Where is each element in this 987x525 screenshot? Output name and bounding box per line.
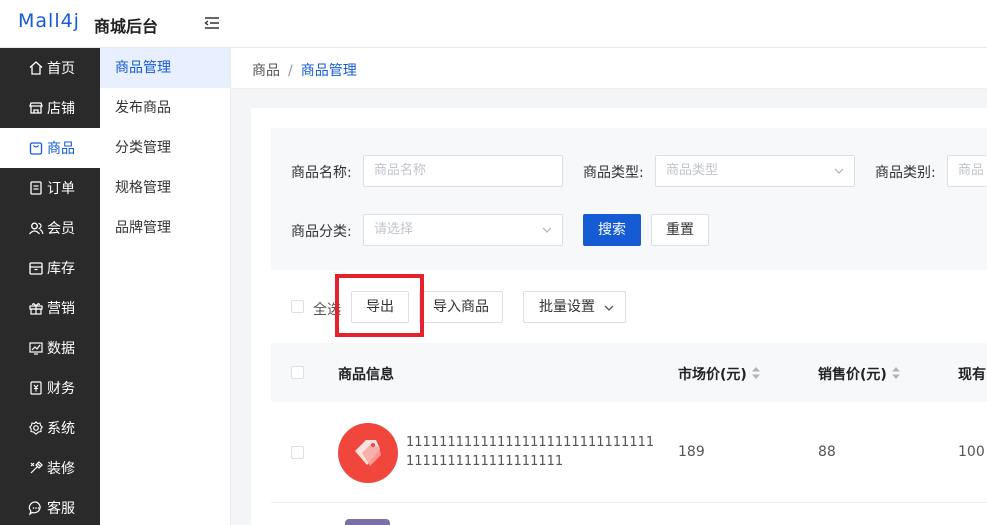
sort-icon[interactable]: [751, 366, 761, 380]
sidebar-item-service[interactable]: 客服: [0, 488, 100, 525]
sidebar-item-goods[interactable]: 商品: [0, 128, 100, 168]
goods-type-select[interactable]: 商品类型: [655, 155, 855, 187]
breadcrumb: 商品 / 商品管理: [252, 60, 357, 80]
batch-settings-dropdown[interactable]: 批量设置: [523, 291, 626, 323]
menu-collapse-icon[interactable]: [203, 14, 221, 32]
app-title: 商城后台: [94, 17, 159, 36]
goods-type-label: 商品类型:: [583, 165, 644, 181]
top-header: Mall4j 商城后台: [0, 0, 987, 48]
breadcrumb-separator: /: [288, 63, 293, 79]
breadcrumb-current: 商品管理: [300, 63, 357, 79]
goods-name-input[interactable]: 商品名称: [363, 155, 563, 187]
sidebar-item-finance[interactable]: 财务: [0, 368, 100, 408]
stock-cell: 100: [958, 444, 985, 460]
stock-icon: [29, 262, 43, 275]
gift-icon: [29, 303, 43, 315]
column-header-market-price[interactable]: 市场价(元): [678, 364, 747, 384]
sub-sidebar: 商品管理 发布商品 分类管理 规格管理 品牌管理: [100, 48, 231, 525]
goods-group-select[interactable]: 请选择: [363, 214, 563, 246]
product-image[interactable]: [345, 519, 390, 525]
sidebar-item-home[interactable]: 首页: [0, 48, 100, 88]
chart-icon: [29, 342, 43, 355]
bag-icon: [29, 142, 43, 155]
sidebar-item-label: 会员: [47, 221, 75, 237]
sidebar-item-stock[interactable]: 库存: [0, 248, 100, 288]
sort-icon[interactable]: [891, 366, 901, 380]
sale-price-cell: 88: [818, 444, 836, 460]
search-form: [271, 128, 987, 270]
sidebar-item-label: 系统: [47, 421, 75, 437]
goods-category-input[interactable]: 商品: [947, 155, 987, 187]
price-tag-icon: [355, 440, 381, 466]
sidebar-item-label: 客服: [47, 501, 75, 517]
sidebar-item-decoration[interactable]: 装修: [0, 448, 100, 488]
sidebar-item-marketing[interactable]: 营销: [0, 288, 100, 328]
search-button[interactable]: 搜索: [583, 214, 641, 246]
logo: Mall4j: [18, 10, 80, 32]
sidebar-item-label: 装修: [47, 461, 75, 477]
sidebar-item-shop[interactable]: 店铺: [0, 88, 100, 128]
goods-group-placeholder: 请选择: [374, 222, 414, 237]
batch-settings-label: 批量设置: [539, 299, 595, 315]
row-checkbox[interactable]: [291, 446, 304, 459]
chevron-down-icon: [834, 168, 844, 174]
goods-type-placeholder: 商品类型: [666, 163, 719, 178]
sidebar-item-system[interactable]: 系统: [0, 408, 100, 448]
column-header-sale-price[interactable]: 销售价(元): [818, 364, 887, 384]
reset-button[interactable]: 重置: [651, 214, 709, 246]
product-image[interactable]: [338, 423, 398, 483]
export-button[interactable]: 导出: [351, 291, 409, 323]
market-price-cell: 189: [678, 444, 705, 460]
breadcrumb-bar: 商品 / 商品管理: [231, 48, 987, 89]
sidebar-item-label: 店铺: [47, 101, 75, 117]
sidebar-item-label: 首页: [47, 61, 75, 77]
header-checkbox[interactable]: [291, 366, 304, 379]
home-icon: [29, 61, 43, 75]
product-name[interactable]: 1111111111111111111111111111111111111111…: [406, 433, 656, 471]
finance-icon: [30, 381, 42, 395]
shop-icon: [29, 102, 43, 114]
sidebar-item-label: 商品: [47, 141, 75, 157]
sidebar-item-order[interactable]: 订单: [0, 168, 100, 208]
subnav-item-publish-goods[interactable]: 发布商品: [100, 88, 230, 128]
chat-icon: [28, 501, 41, 516]
chevron-down-icon: [604, 305, 614, 311]
sidebar-item-label: 营销: [47, 301, 75, 317]
sidebar-item-member[interactable]: 会员: [0, 208, 100, 248]
chevron-down-icon: [542, 227, 552, 233]
member-icon: [29, 222, 44, 235]
goods-category-label: 商品类别:: [875, 165, 936, 181]
column-header-goods-info: 商品信息: [338, 367, 394, 383]
column-header-stock: 现有: [958, 367, 986, 383]
subnav-item-category-manage[interactable]: 分类管理: [100, 128, 230, 168]
gear-icon: [29, 420, 43, 435]
sidebar-item-data[interactable]: 数据: [0, 328, 100, 368]
sidebar-item-label: 订单: [47, 181, 75, 197]
import-goods-button[interactable]: 导入商品: [419, 291, 503, 323]
subnav-item-goods-manage[interactable]: 商品管理: [100, 48, 230, 88]
main-sidebar: 首页 店铺 商品 订单 会员 库存 营销 数据 财务 系统 装修 客服: [0, 48, 100, 525]
subnav-item-brand-manage[interactable]: 品牌管理: [100, 208, 230, 248]
breadcrumb-root[interactable]: 商品: [252, 63, 280, 79]
decor-icon: [30, 461, 43, 474]
sidebar-item-label: 财务: [47, 381, 75, 397]
subnav-item-spec-manage[interactable]: 规格管理: [100, 168, 230, 208]
goods-name-label: 商品名称:: [291, 165, 352, 181]
select-all-checkbox[interactable]: [291, 300, 304, 313]
goods-group-label: 商品分类:: [291, 224, 352, 240]
select-all-label: 全选: [313, 302, 341, 318]
order-icon: [30, 181, 42, 195]
sidebar-item-label: 数据: [47, 341, 75, 357]
sidebar-item-label: 库存: [47, 261, 75, 277]
